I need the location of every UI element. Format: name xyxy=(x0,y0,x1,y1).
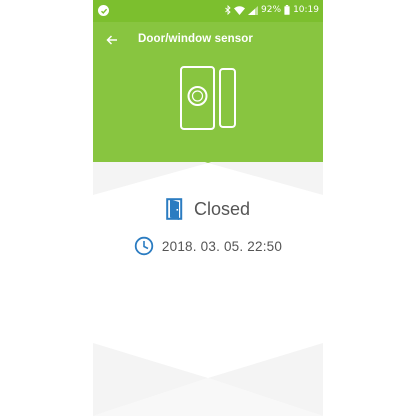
door-window-sensor-icon xyxy=(180,66,236,130)
last-changed: 2018. 03. 05. 22:50 xyxy=(93,234,323,258)
bluetooth-icon xyxy=(225,5,231,15)
arrow-left-icon xyxy=(106,35,117,45)
battery-icon xyxy=(284,5,290,15)
state-label: Closed xyxy=(193,198,251,219)
battery-percent: 92% xyxy=(261,5,282,15)
signal-icon xyxy=(248,5,259,15)
status-bar: 92% 10:19 xyxy=(93,0,323,22)
back-button[interactable] xyxy=(101,29,123,51)
door-closed-icon xyxy=(166,198,183,220)
status-time: 10:19 xyxy=(293,5,319,15)
app-screen: 92% 10:19 Door/window sensor Closed 2018… xyxy=(93,0,323,416)
wifi-icon xyxy=(234,5,246,15)
footer-pattern xyxy=(93,343,323,416)
page-title: Door/window sensor xyxy=(138,33,253,45)
last-changed-time: 2018. 03. 05. 22:50 xyxy=(161,238,283,254)
sensor-state: Closed xyxy=(93,195,323,223)
clock-icon xyxy=(134,236,154,256)
app-header: Door/window sensor xyxy=(93,22,323,162)
notification-check-icon xyxy=(98,5,109,16)
